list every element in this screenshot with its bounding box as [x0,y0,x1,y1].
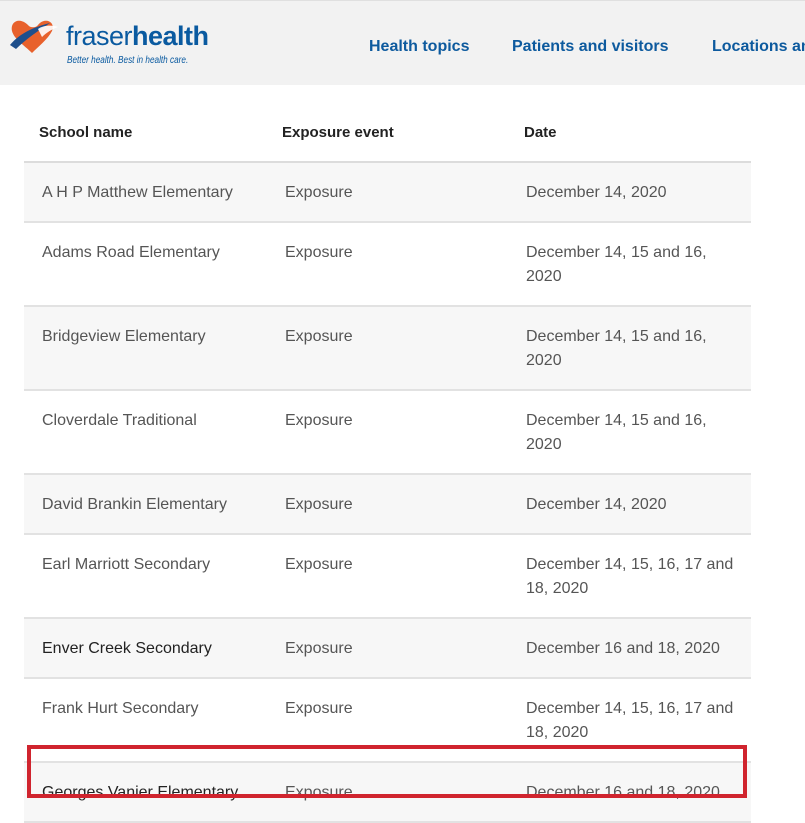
cell-date: December 14, 15, 16, 17 and 18, 2020 [509,678,751,763]
cell-school: Georges Vanier Elementary [24,762,267,823]
cell-date: December 14, 15 and 16, 2020 [509,390,751,475]
cell-date-text: December 16 and 18, 2020 [526,784,720,801]
cell-date-text: December 14, 15, 16, 17 and 18, 2020 [526,556,734,597]
cell-event: Exposure [267,678,509,763]
cell-event: Exposure [267,162,509,223]
cell-event: Exposure [267,618,509,679]
table-row: Earl Marriott Secondary Exposure Decembe… [24,534,751,619]
table-row: David Brankin Elementary Exposure Decemb… [24,474,751,535]
school-exposures-table-wrap: School name Exposure event Date A H P Ma… [24,104,751,823]
cell-date: December 16 and 18, 2020 [509,762,751,823]
cell-date: December 14, 2020 [509,162,751,223]
cell-date: December 14, 15 and 16, 2020 [509,222,751,307]
cell-date: December 14, 15, 16, 17 and 18, 2020 [509,534,751,619]
column-header-date[interactable]: Date [509,104,751,163]
cell-school: Adams Road Elementary [24,222,267,307]
site-header: fraserhealth Better health. Best in heal… [0,0,805,85]
cell-date-text: December 14, 15, 16, 17 and 18, 2020 [526,700,734,741]
cell-event: Exposure [267,222,509,307]
cell-school: Earl Marriott Secondary [24,534,267,619]
cell-school: Bridgeview Elementary [24,306,267,391]
cell-school: Enver Creek Secondary [24,618,267,679]
cell-date: December 14, 2020 [509,474,751,535]
table-header-row: School name Exposure event Date [24,104,751,163]
column-header-school[interactable]: School name [24,104,267,163]
cell-date-text: December 14, 15 and 16, 2020 [526,412,707,453]
cell-school: Frank Hurt Secondary [24,678,267,763]
table-row: A H P Matthew Elementary Exposure Decemb… [24,162,751,223]
table-row: Enver Creek Secondary Exposure December … [24,618,751,679]
cell-date-text: December 14, 15 and 16, 2020 [526,244,707,285]
table-row: Adams Road Elementary Exposure December … [24,222,751,307]
cell-event: Exposure [267,474,509,535]
cell-date-text: December 14, 2020 [526,496,667,513]
cell-date: December 14, 15 and 16, 2020 [509,306,751,391]
cell-event: Exposure [267,762,509,823]
cell-date: December 16 and 18, 2020 [509,618,751,679]
nav-item-locations-services[interactable]: Locations and services [712,38,805,56]
cell-school: A H P Matthew Elementary [24,162,267,223]
column-header-event[interactable]: Exposure event [267,104,509,163]
nav-item-health-topics[interactable]: Health topics [369,38,469,56]
table-row: Frank Hurt Secondary Exposure December 1… [24,678,751,763]
school-exposures-table: School name Exposure event Date A H P Ma… [24,104,751,823]
cell-school: David Brankin Elementary [24,474,267,535]
cell-school: Cloverdale Traditional [24,390,267,475]
cell-date-text: December 16 and 18, 2020 [526,640,720,657]
table-row: Bridgeview Elementary Exposure December … [24,306,751,391]
cell-date-text: December 14, 15 and 16, 2020 [526,328,707,369]
table-row-highlighted: Georges Vanier Elementary Exposure Decem… [24,762,751,823]
main-nav: Health topics Patients and visitors Loca… [0,1,805,85]
cell-event: Exposure [267,534,509,619]
cell-event: Exposure [267,306,509,391]
nav-item-patients-visitors[interactable]: Patients and visitors [512,38,669,56]
cell-event: Exposure [267,390,509,475]
cell-date-text: December 14, 2020 [526,184,667,201]
table-row: Cloverdale Traditional Exposure December… [24,390,751,475]
